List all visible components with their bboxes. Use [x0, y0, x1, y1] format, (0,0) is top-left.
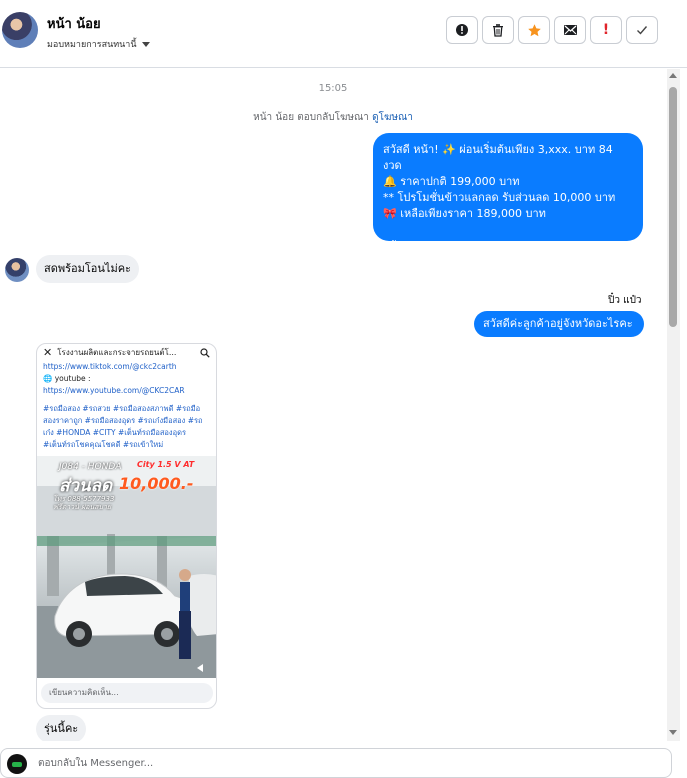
contact-avatar-small [5, 258, 29, 282]
star-button[interactable] [518, 16, 550, 44]
conversation-header: หน้า น้อย มอบหมายการสนทนานี้ ! [0, 0, 687, 68]
info-button[interactable] [446, 16, 478, 44]
tiktok-link[interactable]: https://www.tiktok.com/@ckc2carth [43, 361, 210, 373]
scroll-thumb[interactable] [669, 87, 677, 327]
reply-input-placeholder[interactable]: ตอบกลับใน Messenger... [38, 756, 153, 771]
done-button[interactable] [626, 16, 658, 44]
delete-button[interactable] [482, 16, 514, 44]
agent-name: ปิ๋ว แป๋ว [608, 295, 642, 306]
youtube-label: 🌐 youtube : [43, 374, 91, 383]
post-text: https://www.tiktok.com/@ckc2carth 🌐 yout… [37, 361, 216, 451]
assign-label: มอบหมายการสนทนานี้ [47, 40, 137, 50]
ad-line: สวัสดี หน้า! ✨ ผ่อนเริ่มต้นเพียง 3,xxx. … [383, 143, 613, 172]
message-thread[interactable]: 15:05 หน้า น้อย ตอบกลับโฆษณา ดูโฆษณา สวั… [0, 69, 666, 741]
reply-composer[interactable]: ตอบกลับใน Messenger... [0, 748, 672, 778]
car-model-label: City 1.5 V AT [137, 460, 195, 469]
assign-conversation-dropdown[interactable]: มอบหมายการสนทนานี้ [47, 37, 150, 51]
mark-unread-button[interactable] [554, 16, 586, 44]
thread-scrollbar[interactable] [667, 69, 680, 741]
ad-reply-note: หน้า น้อย ตอบกลับโฆษณา ดูโฆษณา [0, 110, 666, 125]
promo-note: ฟรีดาวน์ ผ่อนสบาย [53, 503, 111, 511]
ad-line: 🔔 ราคาปกติ 199,000 บาท [383, 175, 520, 188]
outgoing-ad-message[interactable]: สวัสดี หน้า! ✨ ผ่อนเริ่มต้นเพียง 3,xxx. … [373, 133, 643, 252]
shared-post-card[interactable]: ✕ โรงงานผลิตและกระจายรถยนต์โ... https://… [36, 343, 217, 709]
discount-amount: 10,000.- [119, 474, 194, 493]
incoming-message[interactable]: สดพร้อมโอนไม่คะ [36, 255, 139, 283]
contact-name[interactable]: หน้า น้อย [47, 13, 101, 34]
check-icon [637, 26, 648, 35]
alert-circle-icon [456, 24, 468, 36]
scroll-up-arrow-icon[interactable] [669, 73, 677, 78]
star-icon [527, 23, 541, 36]
ad-line: 🎀 เหลือเพียงราคา 189,000 บาท [383, 207, 546, 220]
car-code-label: J084 - HONDA [59, 462, 122, 472]
page-title: โรงงานผลิตและกระจายรถยนต์โ... [57, 348, 177, 357]
timestamp: 15:05 [318, 83, 348, 94]
exclamation-icon: ! [602, 22, 610, 38]
search-icon[interactable] [200, 347, 210, 358]
contact-avatar[interactable] [2, 12, 38, 48]
close-icon[interactable]: ✕ [43, 346, 52, 359]
youtube-link[interactable]: https://www.youtube.com/@CKC2CAR [43, 385, 210, 397]
ad-line-blank [383, 222, 633, 238]
ad-line: ** โปรโมชั่นข้าวแลกลด รับส่วนลด 10,000 บ… [383, 191, 616, 204]
page-avatar-icon [7, 754, 27, 774]
spam-button[interactable]: ! [590, 16, 622, 44]
outgoing-message[interactable]: สวัสดีค่ะลูกค้าอยู่จังหวัดอะไรคะ [474, 311, 644, 337]
envelope-icon [563, 25, 577, 35]
view-ad-link[interactable]: ดูโฆษณา [372, 112, 413, 123]
ad-line: รหัสรถ : J084 [383, 239, 451, 252]
trash-icon [493, 24, 503, 37]
hashtags: #รถมือสอง #รถสวย #รถมือสองสภาพดี #รถมือส… [43, 404, 203, 449]
ad-reply-text: หน้า น้อย ตอบกลับโฆษณา [253, 112, 369, 123]
comment-input[interactable]: เขียนความคิดเห็น... [41, 683, 213, 703]
incoming-message[interactable]: รุ่นนี้คะ [36, 715, 87, 741]
scroll-down-arrow-icon[interactable] [669, 730, 677, 735]
card-header: ✕ โรงงานผลิตและกระจายรถยนต์โ... [37, 344, 216, 361]
post-image[interactable]: J084 - HONDA City 1.5 V AT ส่วนลด 10,000… [37, 456, 216, 678]
chevron-down-icon [141, 41, 150, 47]
